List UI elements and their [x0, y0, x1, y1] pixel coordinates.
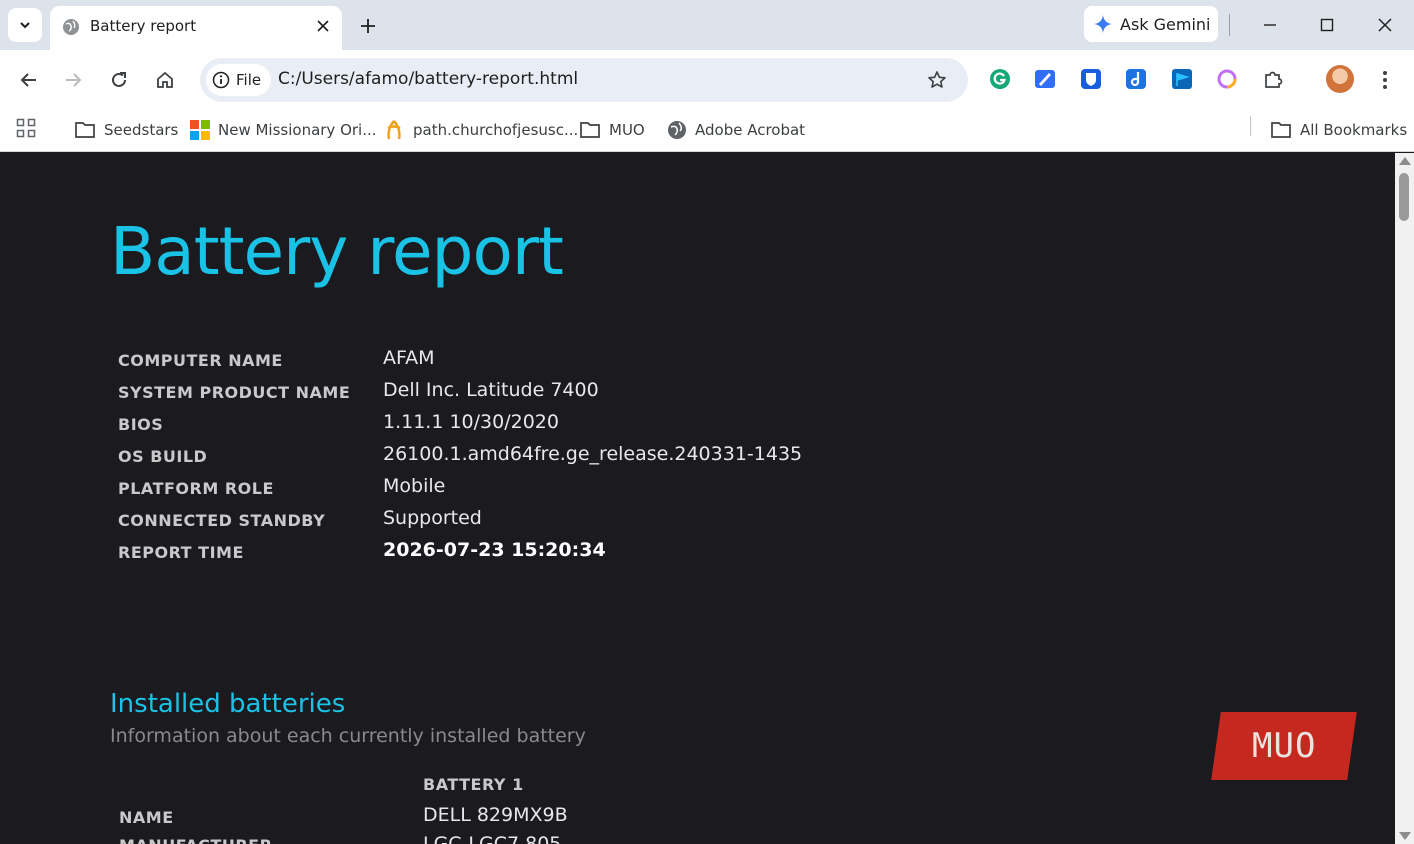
apps-grid-icon[interactable]	[14, 116, 38, 140]
tab-battery-report[interactable]: Battery report	[50, 6, 342, 50]
all-bookmarks-label: All Bookmarks	[1300, 121, 1408, 139]
info-row: PLATFORM ROLE Mobile	[118, 475, 1018, 503]
close-tab-icon[interactable]	[312, 15, 334, 37]
all-bookmarks-button[interactable]: All Bookmarks	[1270, 116, 1407, 144]
url-text[interactable]: C:/Users/afamo/battery-report.html	[278, 69, 578, 89]
info-value: 26100.1.amd64fre.ge_release.240331-1435	[383, 443, 803, 465]
home-icon[interactable]	[149, 64, 181, 96]
minimize-icon[interactable]	[1255, 10, 1285, 40]
info-row: BIOS 1.11.1 10/30/2020	[118, 411, 1018, 439]
site-info-chip[interactable]: File	[206, 64, 272, 96]
bookmark-label: Seedstars	[104, 121, 179, 139]
divider	[1250, 116, 1251, 136]
profile-avatar[interactable]	[1326, 65, 1354, 93]
section-title: Installed batteries	[110, 689, 346, 719]
bookmark-label: New Missionary Ori...	[218, 121, 377, 139]
battery-key: NAME	[119, 808, 174, 827]
info-row: COMPUTER NAME AFAM	[118, 347, 1018, 375]
windows-logo-icon	[190, 120, 210, 140]
page-scrollbar[interactable]	[1395, 153, 1414, 844]
extension-d-icon[interactable]	[1124, 67, 1148, 91]
maximize-icon[interactable]	[1312, 10, 1342, 40]
extension-flag-icon[interactable]	[1170, 67, 1194, 91]
bookmark-label: MUO	[609, 121, 645, 139]
folder-icon	[75, 122, 95, 138]
site-favicon-icon	[387, 120, 401, 140]
info-key: PLATFORM ROLE	[118, 479, 274, 498]
close-window-icon[interactable]	[1370, 10, 1400, 40]
bookmark-new-missionary[interactable]: New Missionary Ori...	[190, 116, 377, 144]
tab-title: Battery report	[90, 17, 197, 35]
info-value: 2026-07-23 15:20:34	[383, 539, 606, 561]
info-key: BIOS	[118, 415, 164, 434]
gemini-sparkle-icon	[1094, 15, 1112, 33]
tab-strip: Battery report Ask Gemini	[0, 0, 1414, 50]
more-options-icon[interactable]	[1374, 64, 1396, 96]
ask-gemini-button[interactable]: Ask Gemini	[1084, 6, 1218, 42]
extension-pen-icon[interactable]	[1033, 67, 1057, 91]
scroll-down-arrow-icon[interactable]	[1399, 832, 1411, 840]
address-bar[interactable]: File C:/Users/afamo/battery-report.html	[200, 58, 968, 102]
chevron-down-icon	[20, 22, 30, 29]
page-content: Battery report COMPUTER NAME AFAM SYSTEM…	[0, 153, 1395, 844]
info-value: 1.11.1 10/30/2020	[383, 411, 559, 433]
bookmark-label: path.churchofjesusc...	[413, 121, 579, 139]
info-value: AFAM	[383, 347, 435, 369]
tab-search-button[interactable]	[8, 8, 42, 42]
info-row: OS BUILD 26100.1.amd64fre.ge_release.240…	[118, 443, 1018, 471]
bookmark-star-icon[interactable]	[924, 67, 950, 93]
info-value: Supported	[383, 507, 482, 529]
globe-icon	[63, 19, 79, 35]
extension-ring-icon[interactable]	[1215, 67, 1239, 91]
bookmarks-bar: Seedstars New Missionary Ori... path.chu…	[0, 110, 1414, 152]
new-tab-icon[interactable]	[354, 12, 382, 40]
scroll-thumb[interactable]	[1399, 173, 1409, 221]
bitwarden-extension-icon[interactable]	[1079, 67, 1103, 91]
battery-value: DELL 829MX9B	[423, 804, 568, 826]
bookmark-muo[interactable]: MUO	[579, 116, 645, 144]
battery-value: LGC-LGC7.805	[423, 833, 562, 844]
bookmark-seedstars[interactable]: Seedstars	[74, 116, 178, 144]
muo-watermark-logo: MUO	[1211, 712, 1357, 780]
folder-icon	[1271, 122, 1291, 138]
globe-icon	[668, 121, 686, 139]
info-icon	[212, 71, 230, 89]
folder-icon	[580, 122, 600, 138]
info-row: CONNECTED STANDBY Supported	[118, 507, 1018, 535]
bookmark-label: Adobe Acrobat	[695, 121, 806, 139]
info-row: REPORT TIME 2026-07-23 15:20:34	[118, 539, 1018, 567]
bookmark-adobe-acrobat[interactable]: Adobe Acrobat	[667, 116, 805, 144]
info-value: Dell Inc. Latitude 7400	[383, 379, 599, 401]
battery-column-header: BATTERY 1	[423, 775, 524, 794]
bookmark-path-church[interactable]: path.churchofjesusc...	[383, 116, 578, 144]
info-key: OS BUILD	[118, 447, 208, 466]
info-key: COMPUTER NAME	[118, 351, 283, 370]
site-info-label: File	[236, 71, 262, 89]
battery-key: MANUFACTURER	[119, 836, 272, 844]
info-key: SYSTEM PRODUCT NAME	[118, 383, 351, 402]
browser-toolbar: File C:/Users/afamo/battery-report.html	[0, 50, 1414, 110]
info-key: CONNECTED STANDBY	[118, 511, 326, 530]
section-subtitle: Information about each currently install…	[110, 725, 586, 747]
ask-gemini-label: Ask Gemini	[1120, 14, 1211, 34]
scroll-up-arrow-icon[interactable]	[1399, 157, 1411, 165]
info-row: SYSTEM PRODUCT NAME Dell Inc. Latitude 7…	[118, 379, 1018, 407]
back-arrow-icon[interactable]	[13, 64, 45, 96]
reload-icon[interactable]	[103, 64, 135, 96]
forward-arrow-icon[interactable]	[57, 64, 89, 96]
info-key: REPORT TIME	[118, 543, 244, 562]
grammarly-extension-icon[interactable]	[988, 67, 1012, 91]
extensions-puzzle-icon[interactable]	[1261, 67, 1285, 91]
page-title: Battery report	[110, 213, 564, 290]
info-value: Mobile	[383, 475, 446, 497]
divider	[1229, 14, 1230, 36]
watermark-text: MUO	[1251, 726, 1317, 766]
